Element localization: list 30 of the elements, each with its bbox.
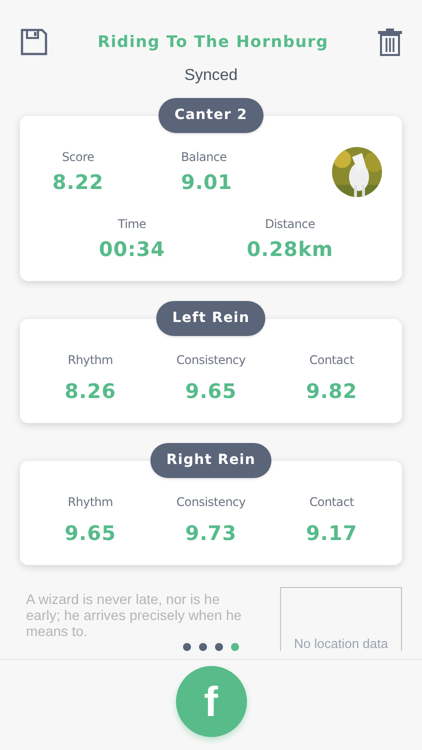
stat-label: Balance (181, 149, 227, 166)
stat-value: 9.65 (185, 381, 237, 401)
section-title-pill: Canter 2 (158, 98, 264, 133)
section-title-pill: Left Rein (156, 301, 266, 336)
stat-value: 8.22 (52, 172, 104, 192)
stat-value: 0.28km (246, 239, 334, 259)
stat-value: 9.01 (181, 172, 232, 192)
stat-value: 9.17 (306, 523, 358, 543)
stat-value: 9.82 (306, 381, 358, 401)
stat-value: 8.26 (64, 381, 116, 401)
stat-label: Rhythm (68, 352, 113, 369)
empty-map-text: No location data (294, 637, 388, 651)
stat-label: Consistency (176, 494, 246, 511)
section-title-pill: Right Rein (150, 443, 272, 478)
page-title: Riding To The Hornburg (98, 31, 328, 53)
stat-label: Rhythm (68, 494, 113, 511)
stat-value: 00:34 (98, 239, 166, 259)
stat-label: Score (62, 149, 94, 166)
stat-label: Distance (264, 216, 316, 233)
stat-label: Contact (309, 494, 354, 511)
stat-value: 9.65 (64, 523, 116, 543)
delete-icon[interactable] (378, 28, 402, 56)
save-icon[interactable] (20, 28, 48, 56)
stat-label: Contact (309, 352, 354, 369)
quote-text: A wizard is never late, nor is he early; he arrives precisely when he means to. (25, 591, 243, 639)
stat-value: 9.73 (185, 523, 237, 543)
stat-label: Time (118, 216, 146, 233)
stat-label: Consistency (176, 352, 246, 369)
sync-status: Synced (184, 66, 238, 86)
facebook-share-button[interactable]: f (176, 666, 246, 737)
